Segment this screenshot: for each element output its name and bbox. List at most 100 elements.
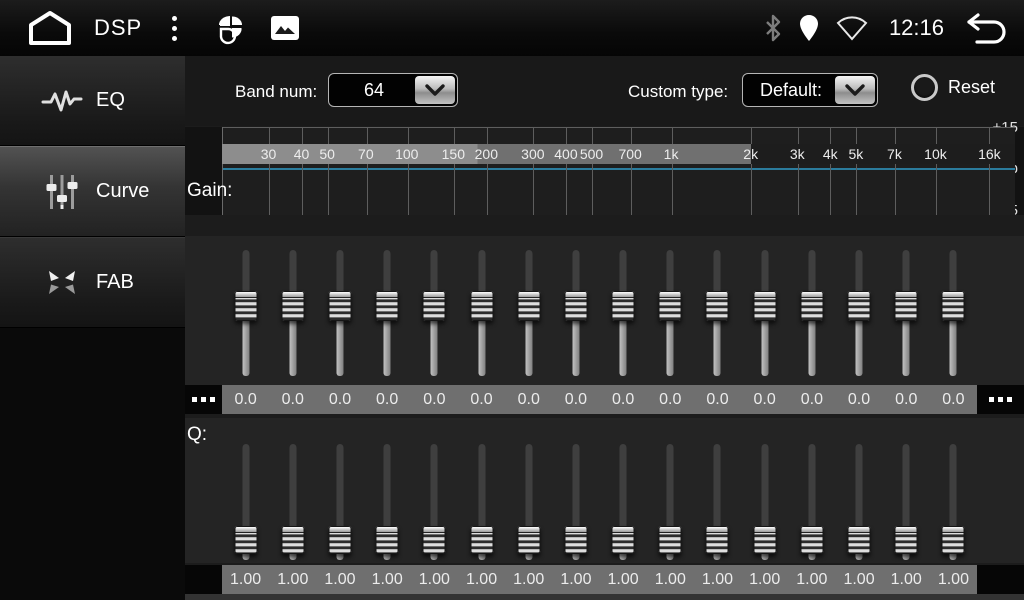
gain-slider[interactable] xyxy=(741,248,788,378)
q-slider[interactable] xyxy=(269,442,316,562)
slider-knob[interactable] xyxy=(376,291,399,321)
slider-knob[interactable] xyxy=(234,526,257,554)
gain-slider[interactable] xyxy=(647,248,694,378)
gain-slider[interactable] xyxy=(600,248,647,378)
band-num-label: Band num: xyxy=(235,82,317,102)
freq-tick-label: 300 xyxy=(521,144,544,164)
gain-slider[interactable] xyxy=(316,248,363,378)
q-slider[interactable] xyxy=(694,442,741,562)
gain-slider[interactable] xyxy=(222,248,269,378)
menu-dot-icon xyxy=(172,36,177,41)
status-icons: 12:16 xyxy=(763,11,1010,45)
freq-gridline xyxy=(798,127,799,215)
slider-knob[interactable] xyxy=(564,526,587,554)
gain-slider[interactable] xyxy=(505,248,552,378)
bottom-scroll-strip[interactable] xyxy=(185,594,1024,600)
slider-knob[interactable] xyxy=(517,291,540,321)
chevron-down-icon[interactable] xyxy=(415,76,455,104)
slider-knob[interactable] xyxy=(234,291,257,321)
gain-slider[interactable] xyxy=(552,248,599,378)
q-value: 1.00 xyxy=(741,565,788,594)
slider-knob[interactable] xyxy=(328,526,351,554)
home-button[interactable] xyxy=(24,8,76,48)
slider-knob[interactable] xyxy=(659,291,682,321)
q-slider[interactable] xyxy=(600,442,647,562)
q-slider[interactable] xyxy=(741,442,788,562)
freq-tick-label: 50 xyxy=(319,144,335,164)
clock: 12:16 xyxy=(889,15,944,41)
slider-knob[interactable] xyxy=(706,291,729,321)
gain-slider[interactable] xyxy=(930,248,977,378)
slider-knob[interactable] xyxy=(281,526,304,554)
reset-button[interactable]: Reset xyxy=(911,74,995,101)
reset-radio-icon[interactable] xyxy=(911,74,938,101)
chevron-down-icon[interactable] xyxy=(835,76,875,104)
slider-knob[interactable] xyxy=(612,526,635,554)
freq-tick-label: 200 xyxy=(475,144,498,164)
slider-knob[interactable] xyxy=(564,291,587,321)
q-slider[interactable] xyxy=(316,442,363,562)
freq-tick-label: 3k xyxy=(790,144,805,164)
q-slider[interactable] xyxy=(930,442,977,562)
slider-knob[interactable] xyxy=(800,526,823,554)
slider-knob[interactable] xyxy=(848,526,871,554)
band-num-select[interactable]: 64 xyxy=(328,73,458,107)
q-value: 1.00 xyxy=(505,565,552,594)
q-value: 1.00 xyxy=(316,565,363,594)
q-slider[interactable] xyxy=(788,442,835,562)
more-dots-icon xyxy=(210,397,215,402)
sidebar-item-curve[interactable]: Curve xyxy=(0,146,185,237)
q-slider[interactable] xyxy=(411,442,458,562)
slider-knob[interactable] xyxy=(470,291,493,321)
q-slider[interactable] xyxy=(458,442,505,562)
gain-more-right-button[interactable] xyxy=(977,385,1024,414)
back-icon[interactable] xyxy=(964,11,1010,45)
gain-slider[interactable] xyxy=(835,248,882,378)
q-slider[interactable] xyxy=(647,442,694,562)
gain-slider[interactable] xyxy=(269,248,316,378)
slider-knob[interactable] xyxy=(423,526,446,554)
custom-type-select[interactable]: Default: xyxy=(742,73,878,107)
slider-knob[interactable] xyxy=(612,291,635,321)
gain-slider[interactable] xyxy=(364,248,411,378)
q-slider[interactable] xyxy=(552,442,599,562)
slider-knob[interactable] xyxy=(376,526,399,554)
sidebar-item-fab[interactable]: FAB xyxy=(0,237,185,328)
slider-knob[interactable] xyxy=(659,526,682,554)
q-slider[interactable] xyxy=(835,442,882,562)
gain-more-left-button[interactable] xyxy=(185,385,222,414)
slider-knob[interactable] xyxy=(895,291,918,321)
gain-slider[interactable] xyxy=(458,248,505,378)
gallery-button[interactable] xyxy=(268,11,302,45)
slider-knob[interactable] xyxy=(706,526,729,554)
gain-slider[interactable] xyxy=(694,248,741,378)
slider-knob[interactable] xyxy=(800,291,823,321)
eq-curve-plot[interactable] xyxy=(222,127,1015,215)
q-slider[interactable] xyxy=(883,442,930,562)
overflow-menu-button[interactable] xyxy=(164,10,184,46)
slider-knob[interactable] xyxy=(753,291,776,321)
q-value: 1.00 xyxy=(458,565,505,594)
slider-knob[interactable] xyxy=(848,291,871,321)
gain-value: 0.0 xyxy=(835,385,882,414)
gain-slider[interactable] xyxy=(883,248,930,378)
apps-launcher-button[interactable] xyxy=(210,7,252,49)
sidebar-item-eq[interactable]: EQ xyxy=(0,56,185,146)
q-slider[interactable] xyxy=(505,442,552,562)
apps-clover-icon xyxy=(211,8,251,48)
slider-knob[interactable] xyxy=(470,526,493,554)
q-slider[interactable] xyxy=(222,442,269,562)
freq-gridline xyxy=(302,127,303,215)
slider-knob[interactable] xyxy=(895,526,918,554)
slider-knob[interactable] xyxy=(942,291,965,321)
slider-knob[interactable] xyxy=(517,526,540,554)
slider-knob[interactable] xyxy=(753,526,776,554)
q-value: 1.00 xyxy=(222,565,269,594)
slider-knob[interactable] xyxy=(942,526,965,554)
gain-slider[interactable] xyxy=(788,248,835,378)
slider-knob[interactable] xyxy=(281,291,304,321)
slider-knob[interactable] xyxy=(328,291,351,321)
q-slider[interactable] xyxy=(364,442,411,562)
slider-knob[interactable] xyxy=(423,291,446,321)
gain-slider[interactable] xyxy=(411,248,458,378)
